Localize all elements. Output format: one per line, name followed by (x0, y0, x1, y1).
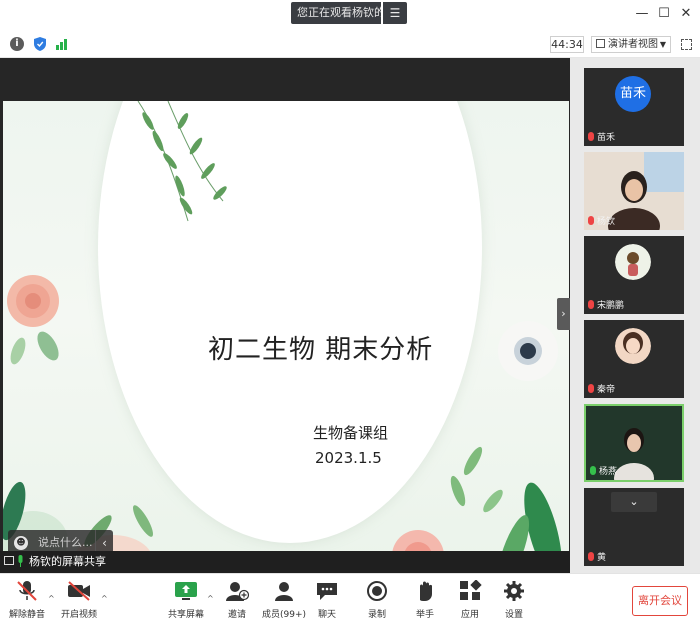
chat-label: 聊天 (317, 610, 336, 620)
participant-name-text: 杨燕 (599, 467, 618, 477)
camera-off-icon (68, 581, 90, 601)
shield-icon[interactable] (34, 37, 46, 51)
status-bar: i 44:34 演讲者视图 ▼ (0, 30, 700, 58)
mic-muted-icon (588, 300, 594, 309)
participant-name-text: 苗禾 (597, 133, 616, 143)
participant-name: 宋鹏鹏 (588, 298, 624, 311)
record-button[interactable]: 录制 (362, 580, 392, 620)
unmute-button[interactable]: 解除静音 (8, 580, 46, 620)
record-icon (367, 581, 387, 601)
raise-hand-label: 举手 (415, 610, 434, 620)
invite-button[interactable]: 邀请 (222, 580, 252, 620)
apps-button[interactable]: 应用 (455, 580, 485, 620)
participant-tile-active[interactable]: 杨燕 (584, 404, 684, 482)
avatar (615, 328, 651, 364)
anemone-flower-decoration (498, 321, 558, 381)
minimize-button[interactable]: — (633, 5, 651, 23)
participant-name: 杨燕 (590, 464, 617, 477)
settings-button[interactable]: 设置 (499, 580, 529, 620)
slide-subtitle: 生物备课组 (313, 424, 389, 442)
participant-name-text: 杨钦 (597, 217, 616, 227)
invite-label: 邀请 (227, 610, 246, 620)
scroll-down-button[interactable]: ⌄ (611, 492, 657, 512)
mic-muted-icon (588, 552, 594, 561)
signal-icon[interactable] (56, 38, 70, 50)
microphone-icon (18, 555, 23, 567)
meeting-toolbar: 解除静音 ^ 开启视频 ^ 共享屏幕 ^ 邀请 成员(99+) 聊天 录制 举手… (0, 573, 700, 627)
share-screen-label: 共享屏幕 (168, 610, 205, 620)
participant-name: 苗禾 (588, 130, 615, 143)
chevron-up-icon[interactable]: ^ (48, 594, 55, 603)
slide-title: 初二生物 期末分析 (208, 335, 434, 365)
unmute-label: 解除静音 (8, 610, 45, 620)
participant-name-text: 宋鹏鹏 (597, 301, 625, 311)
chevron-down-icon: ▼ (659, 40, 666, 49)
hand-icon (420, 581, 432, 601)
screen-icon (4, 556, 14, 565)
participant-tile[interactable]: 杨钦 (584, 152, 684, 230)
willow-leaves-decoration (137, 101, 227, 222)
shared-screen-area: 初二生物 期末分析 生物备课组 2023.1.5 ☻ 说点什么... ‹ (0, 58, 570, 587)
view-mode-label: 演讲者视图 (608, 39, 658, 50)
participant-name: 杨钦 (588, 214, 615, 227)
slide-date: 2023.1.5 (315, 449, 382, 467)
avatar (615, 244, 651, 280)
rose-decoration (7, 275, 59, 365)
record-label: 录制 (367, 610, 386, 620)
meeting-window: 您正在观看杨钦的屏幕 ☰ — ☐ ✕ i 44:34 演讲者视图 ▼ (0, 0, 700, 627)
participant-tile[interactable]: 苗禾 苗禾 (584, 68, 684, 146)
screen-sharer-bar: 杨钦的屏幕共享 (0, 551, 570, 573)
mic-muted-icon (588, 216, 594, 225)
raise-hand-button[interactable]: 举手 (410, 580, 440, 620)
fullscreen-icon[interactable] (681, 39, 692, 50)
grid-icon (596, 39, 605, 48)
view-mode-select[interactable]: 演讲者视图 ▼ (591, 36, 671, 53)
mic-on-icon (590, 466, 596, 475)
apps-label: 应用 (460, 610, 479, 620)
invite-icon (226, 582, 249, 601)
video-label: 开启视频 (60, 610, 97, 620)
video-button[interactable]: 开启视频 (60, 580, 98, 620)
avatar: 苗禾 (615, 76, 651, 112)
mic-muted-icon (588, 132, 594, 141)
close-button[interactable]: ✕ (677, 5, 695, 23)
participant-name-text: 秦帝 (597, 385, 616, 395)
info-icon[interactable]: i (10, 37, 24, 51)
settings-label: 设置 (504, 610, 523, 620)
chevron-right-icon[interactable]: › (557, 298, 570, 330)
chat-button[interactable]: 聊天 (312, 580, 342, 620)
gear-icon (504, 581, 524, 601)
chevron-up-icon[interactable]: ^ (101, 594, 108, 603)
share-screen-icon (175, 582, 197, 600)
share-screen-button[interactable]: 共享屏幕 (168, 580, 204, 620)
leave-meeting-button[interactable]: 离开会议 (632, 586, 688, 616)
members-label: 成员(99+) (262, 610, 307, 620)
chevron-up-icon[interactable]: ^ (207, 594, 214, 603)
participant-tile[interactable]: 宋鹏鹏 (584, 236, 684, 314)
participant-tile[interactable]: 秦帝 (584, 320, 684, 398)
participant-name: 秦帝 (588, 382, 615, 395)
screen-share-banner: 您正在观看杨钦的屏幕 (291, 2, 381, 24)
emoji-icon[interactable]: ☻ (14, 536, 28, 550)
title-bar: 您正在观看杨钦的屏幕 ☰ — ☐ ✕ (0, 0, 700, 30)
mic-muted-icon (588, 384, 594, 393)
members-icon (275, 582, 293, 601)
menu-icon[interactable]: ☰ (383, 2, 407, 24)
participant-name-text: 黄 (597, 553, 607, 563)
participant-name: 黄 (588, 550, 606, 563)
apps-icon (460, 580, 482, 600)
maximize-button[interactable]: ☐ (655, 5, 673, 23)
chat-icon (317, 583, 337, 600)
sharer-label: 杨钦的屏幕共享 (29, 555, 106, 568)
microphone-muted-icon (17, 581, 37, 601)
presentation-slide: 初二生物 期末分析 生物备课组 2023.1.5 (3, 101, 569, 587)
members-button[interactable]: 成员(99+) (262, 580, 306, 620)
meeting-timer: 44:34 (550, 36, 584, 53)
